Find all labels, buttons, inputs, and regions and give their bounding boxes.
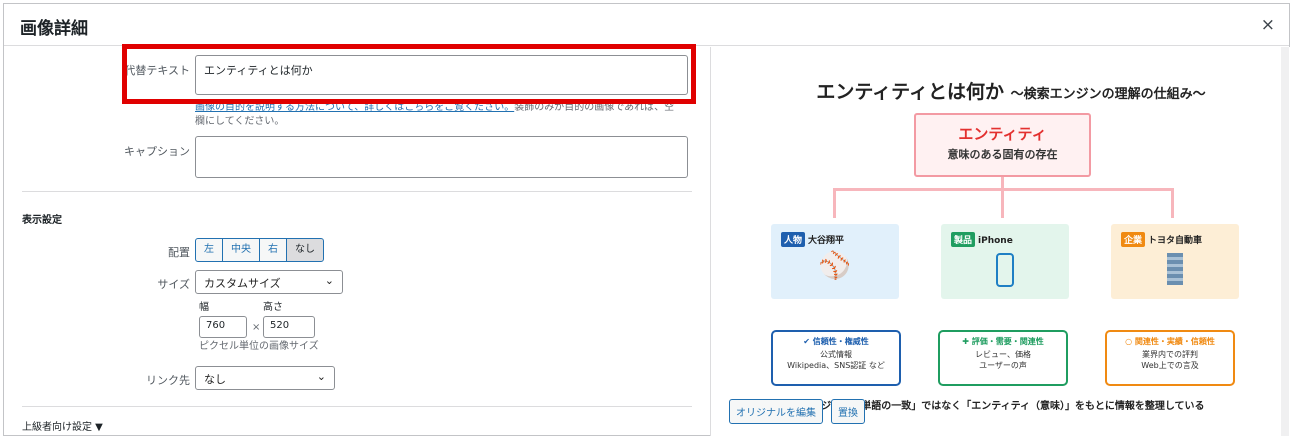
smartphone-icon xyxy=(996,253,1014,287)
settings-panel: 代替テキスト エンティティとは何か 画像の目的を説明する方法について、詳しくはこ… xyxy=(4,47,709,436)
image-details-modal: 画像詳細 × 代替テキスト エンティティとは何か 画像の目的を説明する方法につい… xyxy=(3,3,1291,436)
category-name: トヨタ自動車 xyxy=(1148,236,1203,246)
replace-button[interactable]: 置換 xyxy=(831,399,865,424)
align-button-group: 左 中央 右 なし xyxy=(195,238,324,262)
connector xyxy=(1001,188,1004,218)
attribute-text: レビュー、価格 ユーザーの声 xyxy=(975,350,1031,370)
chevron-down-icon: ⌄ xyxy=(324,274,334,287)
tag-company: 企業 xyxy=(1121,232,1146,247)
connector xyxy=(833,188,836,218)
align-label: 配置 xyxy=(168,246,190,259)
entity-desc: 意味のある固有の存在 xyxy=(947,148,1058,161)
attribute-box: ✚ 評価・需要・関連性 レビュー、価格 ユーザーの声 xyxy=(938,330,1068,386)
category-product: 製品 iPhone xyxy=(941,224,1069,299)
scrollbar[interactable] xyxy=(1281,47,1289,436)
align-right-button[interactable]: 右 xyxy=(259,238,287,262)
image-preview-panel: エンティティとは何か ～検索エンジンの理解の仕組み～ エンティティ 意味のある固… xyxy=(710,47,1291,436)
attribute-heading: ✔ 信頼性・権威性 xyxy=(803,337,869,346)
building-icon xyxy=(1167,253,1183,285)
alt-help-line2: 欄にしてください。 xyxy=(195,116,285,127)
caption-label: キャプション xyxy=(124,145,190,158)
modal-header: 画像詳細 × xyxy=(4,4,1289,46)
tag-person: 人物 xyxy=(781,232,806,247)
align-center-button[interactable]: 中央 xyxy=(222,238,260,262)
width-input[interactable]: 760 xyxy=(199,316,247,338)
attribute-heading: ✚ 評価・需要・関連性 xyxy=(962,337,1044,346)
advanced-settings-toggle[interactable]: 上級者向け設定 ▼ xyxy=(22,421,103,435)
align-none-button[interactable]: なし xyxy=(286,238,324,262)
attribute-text: 業界内での評判 Web上での言及 xyxy=(1141,350,1199,370)
close-icon[interactable]: × xyxy=(1261,15,1275,35)
attribute-heading: ○ 関連性・実績・信頼性 xyxy=(1125,337,1215,346)
size-unit-text: ピクセル単位の画像サイズ xyxy=(199,341,319,352)
chevron-down-icon: ⌄ xyxy=(316,370,326,383)
link-select-value: なし xyxy=(204,373,226,386)
preview-image: エンティティとは何か ～検索エンジンの理解の仕組み～ エンティティ 意味のある固… xyxy=(769,77,1251,412)
image-title: エンティティとは何か ～検索エンジンの理解の仕組み～ xyxy=(771,77,1251,104)
display-settings-heading: 表示設定 xyxy=(22,215,62,226)
image-title-main: エンティティとは何か xyxy=(816,81,1005,103)
caption-field[interactable] xyxy=(195,136,688,178)
size-label: サイズ xyxy=(157,278,190,291)
attribute-box: ○ 関連性・実績・信頼性 業界内での評判 Web上での言及 xyxy=(1105,330,1235,386)
attribute-text: 公式情報 Wikipedia、SNS認証 など xyxy=(787,350,885,370)
category-name: iPhone xyxy=(978,236,1013,246)
times-symbol: × xyxy=(252,322,261,333)
height-label: 高さ xyxy=(263,302,283,313)
attribute-box: ✔ 信頼性・権威性 公式情報 Wikipedia、SNS認証 など xyxy=(771,330,901,386)
alt-help-text: 画像の目的を説明する方法について、詳しくはこちらをご覧ください。装飾のみが目的の… xyxy=(195,101,688,129)
highlight-box xyxy=(122,44,696,104)
category-company: 企業 トヨタ自動車 xyxy=(1111,224,1239,299)
modal-title: 画像詳細 xyxy=(20,19,88,39)
size-select-value: カスタムサイズ xyxy=(204,277,281,290)
connector xyxy=(1171,188,1174,218)
size-select[interactable]: カスタムサイズ ⌄ xyxy=(195,270,343,294)
height-input[interactable]: 520 xyxy=(263,316,315,338)
entity-title: エンティティ xyxy=(958,125,1047,143)
tag-product: 製品 xyxy=(951,232,976,247)
baseball-player-icon: ⚾ xyxy=(818,251,852,281)
image-title-sub: ～検索エンジンの理解の仕組み～ xyxy=(1010,87,1206,102)
divider xyxy=(22,191,692,192)
link-label: リンク先 xyxy=(146,374,190,387)
category-name: 大谷翔平 xyxy=(808,236,845,246)
category-person: 人物 大谷翔平 ⚾ xyxy=(771,224,899,299)
entity-box: エンティティ 意味のある固有の存在 xyxy=(914,113,1091,177)
width-label: 幅 xyxy=(199,302,209,313)
edit-original-button[interactable]: オリジナルを編集 xyxy=(729,399,823,424)
divider xyxy=(22,406,692,407)
align-left-button[interactable]: 左 xyxy=(195,238,223,262)
link-select[interactable]: なし ⌄ xyxy=(195,366,335,390)
